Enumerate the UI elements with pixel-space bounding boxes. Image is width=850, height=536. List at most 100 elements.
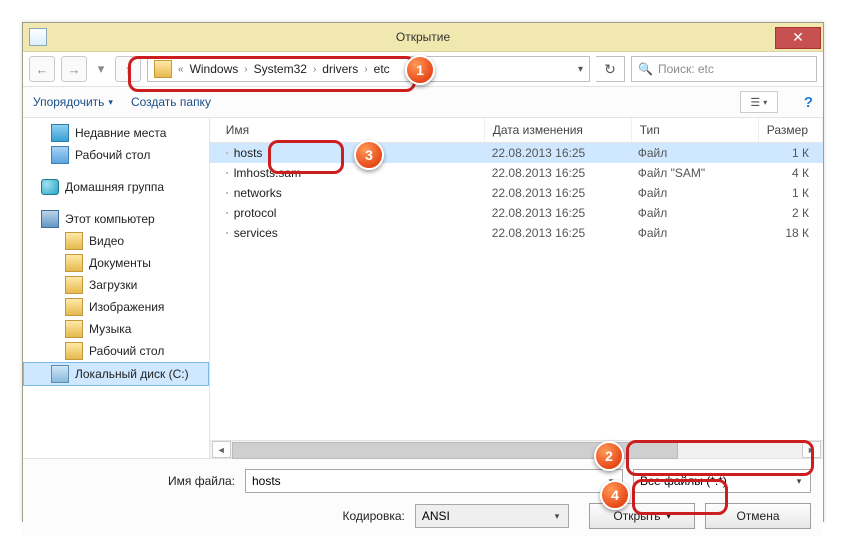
file-icon <box>226 152 228 154</box>
folder-icon <box>65 342 83 360</box>
file-size: 2 К <box>756 206 823 220</box>
view-mode-button[interactable]: ☰ ▾ <box>740 91 778 113</box>
filename-label: Имя файла: <box>35 474 235 488</box>
scroll-right-button[interactable]: ► <box>802 441 821 458</box>
horizontal-scrollbar[interactable]: ◄ ► <box>210 440 823 458</box>
chevron-down-icon[interactable]: ▾ <box>603 473 619 489</box>
filename-input[interactable]: hosts ▾ <box>245 469 623 493</box>
file-row[interactable]: networks22.08.2013 16:25Файл1 К <box>210 183 823 203</box>
chevron-down-icon[interactable]: ▾ <box>549 508 565 524</box>
folder-icon <box>65 298 83 316</box>
sidebar-item[interactable]: Рабочий стол <box>23 340 209 362</box>
file-rows: hosts22.08.2013 16:25Файл1 Кlmhosts.sam2… <box>210 143 823 440</box>
sidebar-item-label: Локальный диск (C:) <box>75 367 189 381</box>
app-icon <box>29 28 47 46</box>
open-dialog: Открытие ✕ ← → ▾ ↑ « Windows › System32 … <box>22 22 824 522</box>
scroll-thumb[interactable] <box>232 442 678 459</box>
col-date[interactable]: Дата изменения <box>485 118 632 142</box>
file-type: Файл <box>630 226 756 240</box>
file-row[interactable]: protocol 22.08.2013 16:25Файл2 К <box>210 203 823 223</box>
sidebar-item-label: Изображения <box>89 300 164 314</box>
recent-locations-button[interactable]: ▾ <box>93 57 109 81</box>
chevron-right-icon: › <box>311 64 318 75</box>
file-date: 22.08.2013 16:25 <box>484 226 630 240</box>
folder-icon <box>154 60 172 78</box>
col-type[interactable]: Тип <box>632 118 759 142</box>
chevron-down-icon[interactable]: ▾ <box>791 473 807 489</box>
crumb-part[interactable]: Windows <box>190 62 239 76</box>
cancel-button[interactable]: Отмена <box>705 503 811 529</box>
up-button[interactable]: ↑ <box>115 56 141 82</box>
chevron-right-icon: › <box>242 64 249 75</box>
file-type: Файл "SAM" <box>630 166 756 180</box>
navbar: ← → ▾ ↑ « Windows › System32 › drivers ›… <box>23 52 823 87</box>
file-icon <box>226 172 228 174</box>
list-view-icon: ☰ <box>750 96 760 109</box>
file-date: 22.08.2013 16:25 <box>484 206 630 220</box>
sidebar-recent-places[interactable]: Недавние места <box>23 122 209 144</box>
encoding-select[interactable]: ANSI ▾ <box>415 504 569 528</box>
folder-icon <box>65 276 83 294</box>
file-date: 22.08.2013 16:25 <box>484 186 630 200</box>
chevron-down-icon: ▾ <box>763 98 767 107</box>
desktop-icon <box>51 146 69 164</box>
file-name: protocol <box>234 206 277 220</box>
sidebar-item[interactable]: Документы <box>23 252 209 274</box>
open-button[interactable]: Открыть▾ <box>589 503 695 529</box>
window-title: Открытие <box>23 30 823 44</box>
col-name[interactable]: Имя <box>210 118 485 142</box>
file-row[interactable]: hosts22.08.2013 16:25Файл1 К <box>210 143 823 163</box>
sidebar-item[interactable]: Изображения <box>23 296 209 318</box>
file-icon <box>226 212 228 214</box>
sidebar: Недавние места Рабочий стол Домашняя гру… <box>23 118 210 458</box>
body: Недавние места Рабочий стол Домашняя гру… <box>23 118 823 458</box>
sidebar-item[interactable]: Загрузки <box>23 274 209 296</box>
forward-button[interactable]: → <box>61 56 87 82</box>
folder-icon <box>65 254 83 272</box>
sidebar-item[interactable]: Локальный диск (C:) <box>23 362 209 386</box>
crumb-part[interactable]: drivers <box>322 62 358 76</box>
col-size[interactable]: Размер <box>759 118 823 142</box>
file-type: Файл <box>630 146 756 160</box>
file-icon <box>226 232 228 234</box>
file-date: 22.08.2013 16:25 <box>484 146 630 160</box>
toolbar: Упорядочить ▾ Создать папку ☰ ▾ ? <box>23 87 823 118</box>
scroll-left-button[interactable]: ◄ <box>212 441 231 458</box>
file-row[interactable]: services22.08.2013 16:25Файл18 К <box>210 223 823 243</box>
sidebar-this-pc[interactable]: Этот компьютер <box>23 208 209 230</box>
sidebar-homegroup[interactable]: Домашняя группа <box>23 176 209 198</box>
help-button[interactable]: ? <box>804 94 813 111</box>
scroll-track[interactable] <box>232 442 801 457</box>
sidebar-desktop[interactable]: Рабочий стол <box>23 144 209 166</box>
breadcrumb[interactable]: « Windows › System32 › drivers › etc ▾ <box>147 56 590 82</box>
file-type-filter[interactable]: Все файлы (*.*) ▾ <box>633 469 811 493</box>
file-size: 4 К <box>756 166 823 180</box>
chevron-down-icon: ▾ <box>108 97 113 108</box>
search-placeholder: Поиск: etc <box>658 62 714 76</box>
crumb-part[interactable]: System32 <box>254 62 307 76</box>
sidebar-item-label: Музыка <box>89 322 131 336</box>
refresh-button[interactable]: ↻ <box>596 56 625 82</box>
file-name: lmhosts.sam <box>234 166 301 180</box>
file-size: 1 К <box>756 146 823 160</box>
close-button[interactable]: ✕ <box>775 27 821 49</box>
sidebar-item[interactable]: Музыка <box>23 318 209 340</box>
computer-icon <box>41 210 59 228</box>
sidebar-item-label: Рабочий стол <box>89 344 164 358</box>
crumb-part[interactable]: etc <box>374 62 390 76</box>
organize-menu[interactable]: Упорядочить ▾ <box>33 95 113 109</box>
chevron-down-icon[interactable]: ▾ <box>578 64 583 75</box>
homegroup-icon <box>41 179 59 195</box>
sidebar-item[interactable]: Видео <box>23 230 209 252</box>
file-list-pane: Имя Дата изменения Тип Размер hosts22.08… <box>210 118 823 458</box>
sidebar-item-label: Загрузки <box>89 278 137 292</box>
new-folder-button[interactable]: Создать папку <box>131 95 211 109</box>
sidebar-item-label: Видео <box>89 234 124 248</box>
titlebar: Открытие ✕ <box>23 23 823 52</box>
search-icon: 🔍 <box>638 62 653 76</box>
back-button[interactable]: ← <box>29 56 55 82</box>
search-input[interactable]: 🔍 Поиск: etc <box>631 56 817 82</box>
file-size: 18 К <box>756 226 823 240</box>
file-row[interactable]: lmhosts.sam22.08.2013 16:25Файл "SAM"4 К <box>210 163 823 183</box>
file-type: Файл <box>630 206 756 220</box>
